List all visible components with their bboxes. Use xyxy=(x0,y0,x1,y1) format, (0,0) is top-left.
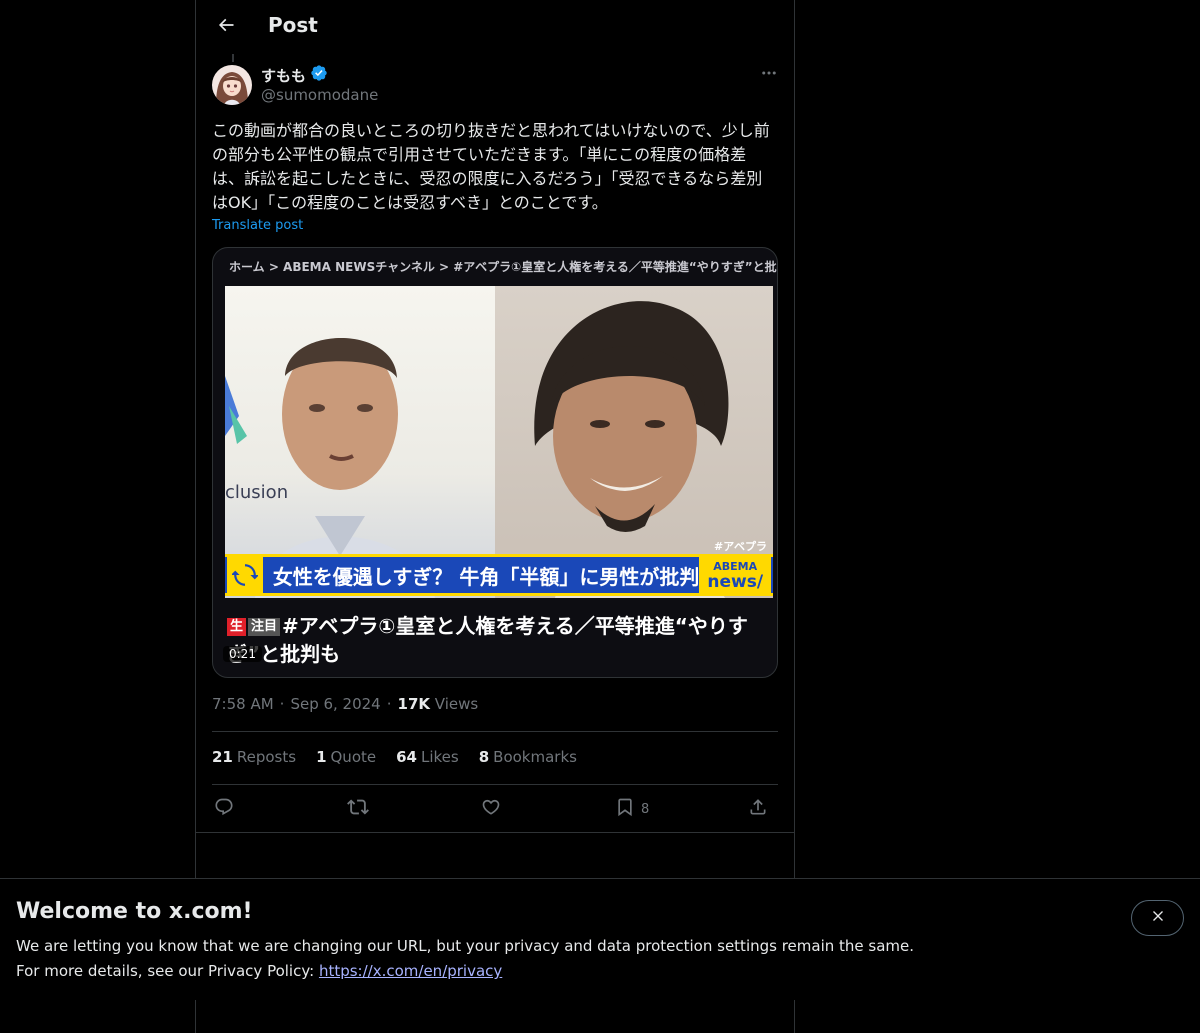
reply-icon xyxy=(214,797,234,821)
background-sign-text: clusion xyxy=(225,482,289,503)
views-label: Views xyxy=(434,695,479,713)
video-breadcrumb: ホーム > ABEMA NEWSチャンネル > #アベプラ①皇室と人権を考える／… xyxy=(229,260,778,274)
post-time[interactable]: 7:58 AM xyxy=(212,695,274,713)
page-header: Post xyxy=(196,0,794,54)
divider xyxy=(212,784,778,785)
banner-privacy-line: For more details, see our Privacy Policy… xyxy=(16,962,502,980)
banner-message: We are letting you know that we are chan… xyxy=(16,937,915,955)
abema-news-logo: ABEMA news/ xyxy=(699,557,771,593)
caption-text: #アベプラ①皇室と人権を考える／平等推進“やりすぎ”と批判も xyxy=(227,614,748,666)
likes-stat[interactable]: 64 Likes xyxy=(396,748,459,766)
author-name[interactable]: すもも xyxy=(261,64,328,86)
video-player[interactable]: ホーム > ABEMA NEWSチャンネル > #アベプラ①皇室と人権を考える／… xyxy=(212,247,778,678)
brand-line2: news/ xyxy=(707,571,764,592)
video-left-panel: clusion xyxy=(225,286,495,598)
verified-badge-icon xyxy=(310,64,328,86)
post-date[interactable]: Sep 6, 2024 xyxy=(290,695,380,713)
translate-post-link[interactable]: Translate post xyxy=(212,218,303,233)
more-dots-icon xyxy=(760,64,778,86)
like-button[interactable] xyxy=(481,796,501,822)
banner-title: Welcome to x.com! xyxy=(16,899,253,924)
share-icon xyxy=(748,797,768,821)
repost-icon xyxy=(347,796,369,822)
welcome-banner: Welcome to x.com! We are letting you kno… xyxy=(0,878,1200,1000)
bookmarks-stat[interactable]: 8 Bookmarks xyxy=(479,748,577,766)
reposts-stat[interactable]: 21 Reposts xyxy=(212,748,296,766)
repost-button[interactable] xyxy=(347,796,369,822)
close-icon xyxy=(1150,908,1166,928)
quotes-stat[interactable]: 1 Quote xyxy=(316,748,376,766)
page-title: Post xyxy=(268,13,318,37)
ticker-text: 女性を優遇しすぎ？ 牛角「半額」に男性が批判 xyxy=(272,564,700,589)
refresh-logo-icon xyxy=(227,557,263,593)
arrow-left-icon xyxy=(216,15,236,39)
author-name-text: すもも xyxy=(261,66,307,85)
back-button[interactable] xyxy=(208,9,244,45)
author-handle[interactable]: @sumomodane xyxy=(261,86,378,104)
reply-button[interactable] xyxy=(214,796,234,822)
brand-line1: ABEMA xyxy=(713,559,758,573)
divider xyxy=(196,832,794,833)
post-text: この動画が都合の良いところの切り抜きだと思われてはいけないので、少し前の部分も公… xyxy=(212,121,770,212)
thread-line xyxy=(232,54,234,62)
post-meta: 7:58 AM · Sep 6, 2024 · 17K Views xyxy=(212,695,479,713)
bookmark-count: 8 xyxy=(641,801,650,817)
bookmark-button[interactable]: 8 xyxy=(615,796,649,822)
share-button[interactable] xyxy=(748,796,768,822)
live-tag: 生 xyxy=(227,618,247,636)
heart-icon xyxy=(481,797,501,821)
video-hashtag-overlay: #アベプラ xyxy=(714,540,767,553)
bookmark-icon xyxy=(615,797,635,821)
banner-privacy-prefix: For more details, see our Privacy Policy… xyxy=(16,962,319,980)
post-actions: 8 xyxy=(212,796,778,822)
video-duration: 0:21 xyxy=(223,646,262,662)
featured-tag: 注目 xyxy=(248,618,281,636)
privacy-policy-link[interactable]: https://x.com/en/privacy xyxy=(319,962,502,980)
divider xyxy=(212,731,778,732)
more-options-button[interactable] xyxy=(756,62,782,88)
post-stats: 21 Reposts 1 Quote 64 Likes 8 Bookmarks xyxy=(212,748,577,766)
news-ticker: 女性を優遇しすぎ？ 牛角「半額」に男性が批判 ABEMA news/ xyxy=(225,554,773,596)
video-frame: clusion xyxy=(225,286,773,598)
views-count: 17K xyxy=(397,695,431,713)
video-caption: 生注目 #アベプラ①皇室と人権を考える／平等推進“やりすぎ”と批判も xyxy=(227,612,767,668)
banner-close-button[interactable] xyxy=(1131,900,1184,936)
avatar[interactable] xyxy=(212,65,252,105)
